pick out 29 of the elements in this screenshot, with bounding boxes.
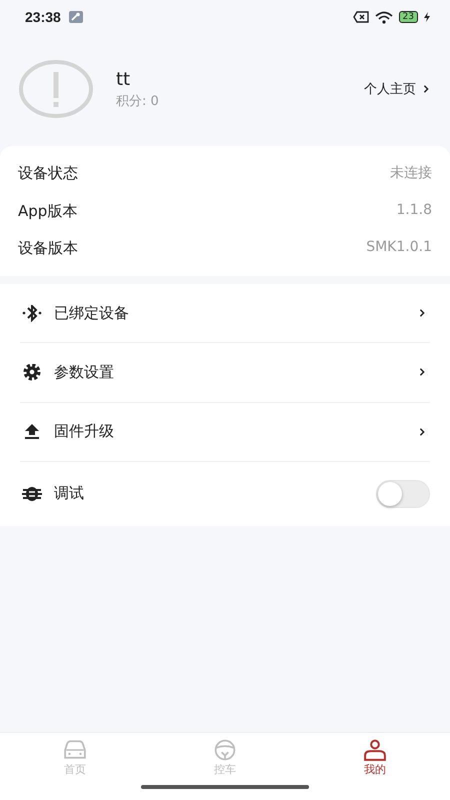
menu-label: 调试 [54, 484, 85, 504]
person-icon [361, 739, 389, 761]
menu-item[interactable]: 固件升级 [20, 402, 430, 462]
info-label: 设备版本 [18, 238, 78, 258]
car-icon [61, 739, 89, 761]
menu-item[interactable]: 已绑定设备 [20, 284, 430, 344]
wifi-icon [374, 10, 393, 24]
battery-level: 23 [398, 11, 418, 23]
charging-icon [424, 12, 430, 22]
info-value: 1.1.8 [396, 202, 432, 220]
warning-avatar-icon [18, 59, 94, 119]
wrench-icon [68, 11, 83, 23]
profile-link[interactable]: 个人主页 [364, 80, 430, 98]
info-value: 未连接 [390, 164, 432, 184]
menu-item[interactable]: 参数设置 [20, 343, 430, 403]
chevron-icon [418, 367, 426, 378]
nav-tab[interactable]: 我的 [300, 733, 450, 783]
user-name: tt [116, 68, 132, 90]
clock-time: 23:38 [25, 9, 61, 25]
chevron-icon [418, 426, 426, 437]
points-label: 积分: 0 [116, 92, 160, 110]
chevron-icon [418, 308, 426, 318]
bluetooth-icon [20, 304, 44, 322]
info-value: SMK1.0.1 [366, 238, 432, 257]
info-label: 设备状态 [18, 164, 78, 184]
sim-off-icon [352, 11, 369, 23]
chevron-icon [422, 84, 430, 94]
info-label: App版本 [18, 202, 78, 220]
toggle-switch[interactable] [376, 480, 430, 508]
